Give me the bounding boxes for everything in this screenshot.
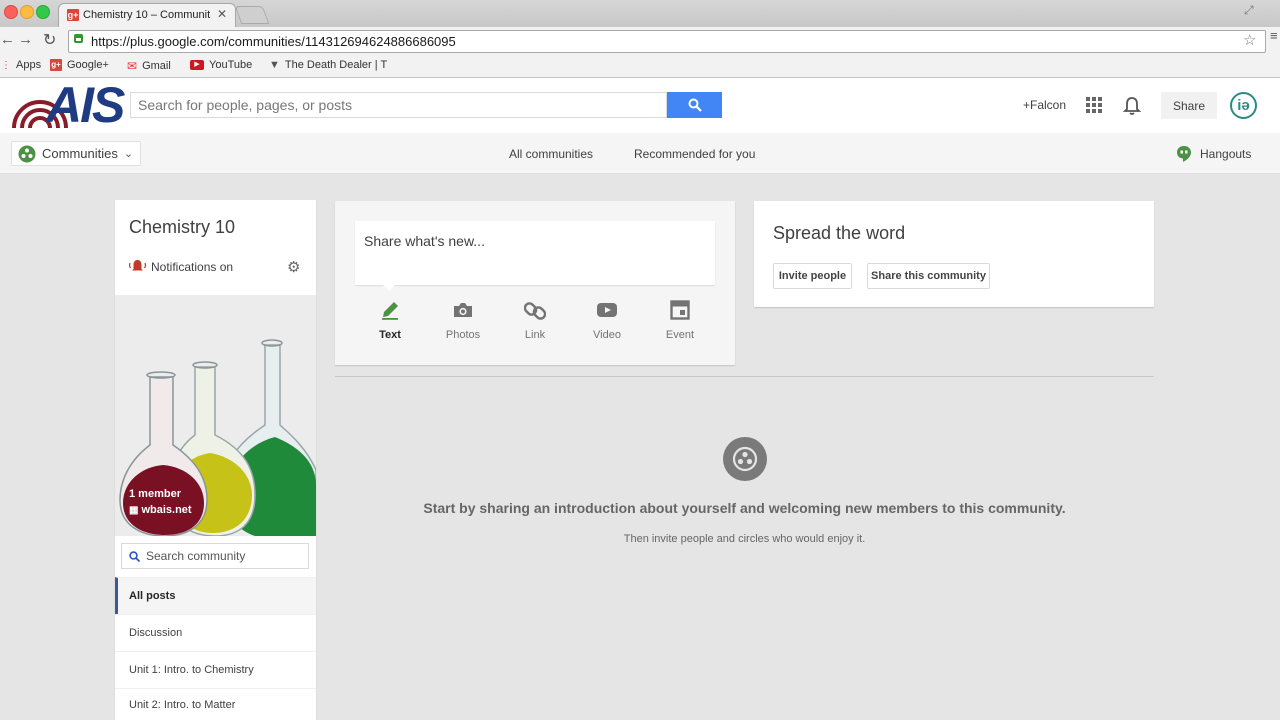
apps-grid-icon: ⋮ bbox=[1, 59, 11, 71]
reload-icon[interactable]: ↻ bbox=[43, 30, 56, 50]
community-title: Chemistry 10 bbox=[129, 217, 236, 237]
nav-unit-1[interactable]: Unit 1: Intro. to Chemistry bbox=[115, 651, 316, 688]
invite-people-button[interactable]: Invite people bbox=[773, 263, 852, 289]
bookmark-star-icon[interactable]: ☆ bbox=[1243, 31, 1256, 49]
share-text-button[interactable]: Text bbox=[360, 300, 420, 341]
share-photos-button[interactable]: Photos bbox=[433, 300, 493, 341]
tab-close-icon[interactable]: ✕ bbox=[217, 7, 227, 21]
fullscreen-icon[interactable]: ⤢ bbox=[1244, 3, 1254, 18]
bookmark-site-icon: ▼ bbox=[269, 59, 280, 71]
community-badge-icon bbox=[723, 437, 767, 481]
share-prompt-pointer bbox=[382, 284, 396, 291]
video-icon bbox=[597, 303, 617, 317]
notifications-bell-icon[interactable] bbox=[1122, 96, 1142, 116]
google-plus-icon: g+ bbox=[50, 59, 62, 71]
forward-icon[interactable]: → bbox=[18, 31, 33, 48]
share-event-button[interactable]: Event bbox=[650, 300, 710, 341]
hangouts-button[interactable]: Hangouts bbox=[1176, 145, 1251, 163]
bookmark-google-plus[interactable]: g+ Google+ bbox=[50, 59, 109, 71]
settings-gear-icon[interactable]: ⚙ bbox=[287, 258, 300, 276]
notifications-toggle[interactable]: Notifications on bbox=[129, 259, 233, 274]
communities-dropdown[interactable]: Communities ⌄ bbox=[11, 141, 141, 166]
tab-recommended[interactable]: Recommended for you bbox=[634, 147, 755, 161]
communities-icon bbox=[18, 145, 36, 162]
gmail-icon: ✉ bbox=[127, 59, 138, 73]
logo-text: AIS bbox=[46, 77, 125, 133]
search-icon bbox=[688, 98, 702, 112]
google-plus-favicon-icon: g+ bbox=[67, 9, 79, 21]
chevron-down-icon: ⌄ bbox=[123, 148, 134, 160]
browser-tab[interactable]: g+ Chemistry 10 – Communit ✕ bbox=[58, 3, 236, 28]
avatar[interactable]: iə bbox=[1230, 92, 1257, 119]
calendar-icon bbox=[670, 300, 690, 320]
user-profile-link[interactable]: +Falcon bbox=[1023, 98, 1066, 112]
nav-discussion[interactable]: Discussion bbox=[115, 614, 316, 651]
nav-all-posts[interactable]: All posts bbox=[115, 577, 316, 614]
share-community-button[interactable]: Share this community bbox=[867, 263, 990, 289]
member-count[interactable]: 1 member bbox=[129, 488, 181, 500]
empty-state-subtext: Then invite people and circles who would… bbox=[623, 533, 866, 545]
tab-title: Chemistry 10 – Communit bbox=[83, 9, 211, 21]
search-placeholder: Search for people, pages, or posts bbox=[138, 97, 353, 113]
bookmark-death-dealer[interactable]: ▼ The Death Dealer | T bbox=[269, 59, 387, 71]
tab-all-communities[interactable]: All communities bbox=[509, 147, 593, 161]
ais-logo[interactable]: AIS bbox=[12, 77, 128, 133]
apps-launcher-icon[interactable] bbox=[1086, 97, 1102, 113]
notification-bell-icon bbox=[129, 260, 146, 271]
stream-divider bbox=[335, 376, 1154, 377]
camera-icon bbox=[454, 303, 472, 317]
minimize-window-button[interactable] bbox=[20, 5, 34, 19]
chrome-menu-icon[interactable]: ≡ bbox=[1270, 29, 1278, 42]
share-button[interactable]: Share bbox=[1161, 92, 1217, 119]
nav-unit-2[interactable]: Unit 2: Intro. to Matter bbox=[115, 688, 316, 720]
bookmark-youtube[interactable]: ▶ YouTube bbox=[190, 59, 252, 71]
search-button[interactable] bbox=[667, 92, 722, 118]
search-input[interactable]: Search for people, pages, or posts bbox=[130, 92, 667, 118]
community-domain: ▦ wbais.net bbox=[129, 504, 192, 516]
bookmark-apps[interactable]: ⋮ Apps bbox=[1, 59, 41, 71]
spread-the-word-card bbox=[754, 201, 1154, 307]
search-community-input[interactable]: Search community bbox=[121, 543, 309, 569]
url-text: https://plus.google.com/communities/1143… bbox=[91, 34, 456, 49]
lock-icon bbox=[74, 34, 83, 43]
maximize-window-button[interactable] bbox=[36, 5, 50, 19]
address-bar[interactable]: https://plus.google.com/communities/1143… bbox=[68, 30, 1266, 53]
back-icon[interactable]: ← bbox=[0, 31, 15, 48]
share-link-button[interactable]: Link bbox=[505, 300, 565, 341]
empty-state-headline: Start by sharing an introduction about y… bbox=[423, 500, 1066, 516]
search-icon bbox=[129, 550, 140, 562]
youtube-icon: ▶ bbox=[190, 60, 204, 70]
spread-title: Spread the word bbox=[773, 223, 906, 243]
bookmark-gmail[interactable]: ✉ Gmail bbox=[127, 59, 171, 73]
building-icon: ▦ bbox=[129, 504, 139, 516]
close-window-button[interactable] bbox=[4, 5, 18, 19]
share-video-button[interactable]: Video bbox=[577, 300, 637, 341]
link-icon bbox=[523, 302, 547, 320]
pencil-icon bbox=[382, 302, 398, 320]
share-prompt-input[interactable]: Share what's new... bbox=[355, 221, 715, 285]
hangouts-icon bbox=[1177, 146, 1191, 162]
